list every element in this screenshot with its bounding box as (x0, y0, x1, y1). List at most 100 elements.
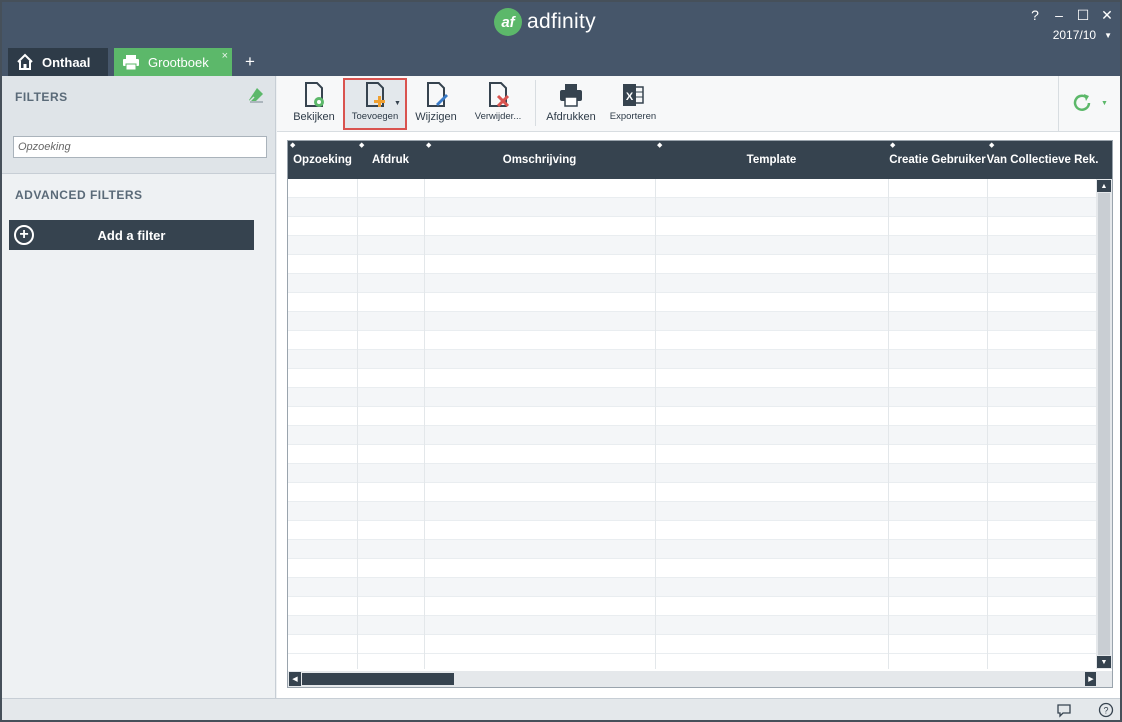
table-row[interactable] (288, 369, 1098, 388)
table-row[interactable] (288, 255, 1098, 274)
filters-title: FILTERS (15, 90, 68, 104)
vertical-scroll-thumb[interactable] (1098, 193, 1110, 655)
tab-bar: Onthaal Grootboek × + (8, 48, 262, 76)
export-label: Exporteren (609, 111, 657, 122)
table-row[interactable] (288, 217, 1098, 236)
refresh-dropdown-caret-icon[interactable]: ▼ (1101, 100, 1108, 107)
column-header-template[interactable]: Template (655, 141, 888, 179)
delete-button[interactable]: Verwijder... (467, 80, 529, 130)
table-row[interactable] (288, 616, 1098, 635)
caret-down-icon: ▼ (1104, 30, 1112, 40)
chat-icon[interactable] (1056, 702, 1072, 718)
minimize-icon[interactable]: – (1052, 7, 1066, 24)
eraser-icon[interactable] (247, 86, 265, 104)
maximize-icon[interactable]: ☐ (1076, 7, 1090, 24)
scroll-up-icon[interactable]: ▲ (1097, 180, 1111, 192)
column-divider (888, 179, 889, 669)
table-row[interactable] (288, 635, 1098, 654)
svg-text:X: X (626, 91, 634, 103)
table-row[interactable] (288, 350, 1098, 369)
filters-section: FILTERS (2, 76, 275, 174)
table-row[interactable] (288, 312, 1098, 331)
table-row[interactable] (288, 483, 1098, 502)
plus-circle-icon: + (14, 225, 34, 245)
print-label: Afdrukken (546, 111, 596, 123)
column-divider (357, 179, 358, 669)
tab-close-icon[interactable]: × (222, 50, 228, 62)
table-row[interactable] (288, 578, 1098, 597)
table-row[interactable] (288, 502, 1098, 521)
logo-mark: af (494, 8, 522, 36)
table-row[interactable] (288, 388, 1098, 407)
search-input[interactable] (13, 136, 267, 158)
home-icon (16, 53, 34, 71)
print-button[interactable]: Afdrukken (541, 80, 601, 130)
vertical-scrollbar[interactable]: ▲ ▼ (1096, 179, 1112, 669)
excel-icon: X (623, 84, 644, 106)
column-header-opzoeking[interactable]: Opzoeking (288, 141, 357, 179)
refresh-area: ▼ (1058, 76, 1110, 132)
table-row[interactable] (288, 464, 1098, 483)
app-logo: af adfinity (494, 6, 596, 38)
view-button[interactable]: Bekijken (287, 80, 341, 130)
table-row[interactable] (288, 198, 1098, 217)
table-row[interactable] (288, 236, 1098, 255)
help-icon[interactable]: ? (1028, 7, 1042, 24)
horizontal-scroll-thumb[interactable] (302, 673, 454, 685)
refresh-icon[interactable] (1071, 92, 1093, 114)
window-controls: ? – ☐ ✕ (1028, 7, 1114, 24)
app-name: adfinity (527, 10, 596, 33)
table-row[interactable] (288, 274, 1098, 293)
help-circle-icon[interactable]: ? (1098, 702, 1114, 718)
table-row[interactable] (288, 179, 1098, 198)
horizontal-scrollbar[interactable]: ◀ ▶ (288, 671, 1098, 687)
tab-grootboek[interactable]: Grootboek × (114, 48, 232, 76)
table-row[interactable] (288, 293, 1098, 312)
edit-button[interactable]: Wijzigen (411, 80, 461, 130)
toolbar-separator (535, 80, 536, 126)
add-document-icon (366, 82, 385, 107)
export-button[interactable]: X Exporteren (603, 80, 663, 130)
scroll-down-icon[interactable]: ▼ (1097, 656, 1111, 668)
delete-label: Verwijder... (474, 111, 522, 122)
column-divider (987, 179, 988, 669)
table-row[interactable] (288, 540, 1098, 559)
add-label: Toevoegen (351, 111, 399, 122)
view-label: Bekijken (293, 111, 335, 123)
main-panel: Bekijken Toevoegen ▼ Wijzigen Verwijder.… (277, 76, 1120, 698)
advanced-filters-title: ADVANCED FILTERS (15, 188, 143, 202)
column-header-creatie-gebruiker[interactable]: Creatie Gebruiker (888, 141, 987, 179)
printer-icon (122, 53, 140, 71)
title-bar: af adfinity ? – ☐ ✕ 2017/10 ▼ Onthaal Gr… (2, 2, 1120, 76)
edit-document-icon (427, 82, 448, 107)
status-bar: ? (2, 698, 1120, 720)
table-row[interactable] (288, 597, 1098, 616)
data-grid: ◆ Opzoeking ◆ Afdruk ◆ Omschrijving ◆ Te… (287, 140, 1113, 688)
table-row[interactable] (288, 407, 1098, 426)
column-header-van-collectieve-rek[interactable]: Van Collectieve Rek. (987, 141, 1099, 179)
tab-onthaal[interactable]: Onthaal (8, 48, 108, 76)
period-value: 2017/10 (1052, 28, 1097, 42)
app-window: af adfinity ? – ☐ ✕ 2017/10 ▼ Onthaal Gr… (2, 2, 1120, 720)
add-tab-button[interactable]: + (238, 48, 262, 76)
period-selector[interactable]: 2017/10 ▼ (1053, 28, 1112, 42)
tab-label: Grootboek (148, 54, 209, 70)
filter-sidebar: FILTERS ADVANCED FILTERS + Add a filter (2, 76, 276, 698)
column-header-omschrijving[interactable]: Omschrijving (424, 141, 655, 179)
table-row[interactable] (288, 426, 1098, 445)
table-row[interactable] (288, 559, 1098, 578)
close-icon[interactable]: ✕ (1100, 7, 1114, 24)
column-header-afdruk[interactable]: Afdruk (357, 141, 424, 179)
table-row[interactable] (288, 445, 1098, 464)
table-row[interactable] (288, 331, 1098, 350)
scrollbar-corner (1096, 671, 1112, 687)
column-divider (424, 179, 425, 669)
svg-text:?: ? (1103, 706, 1108, 716)
column-divider (655, 179, 656, 669)
add-filter-button[interactable]: + Add a filter (9, 220, 254, 250)
add-dropdown-caret-icon[interactable]: ▼ (394, 100, 401, 107)
scroll-left-icon[interactable]: ◀ (289, 672, 301, 686)
edit-label: Wijzigen (415, 111, 457, 123)
table-row[interactable] (288, 521, 1098, 540)
add-filter-label: Add a filter (97, 227, 166, 243)
